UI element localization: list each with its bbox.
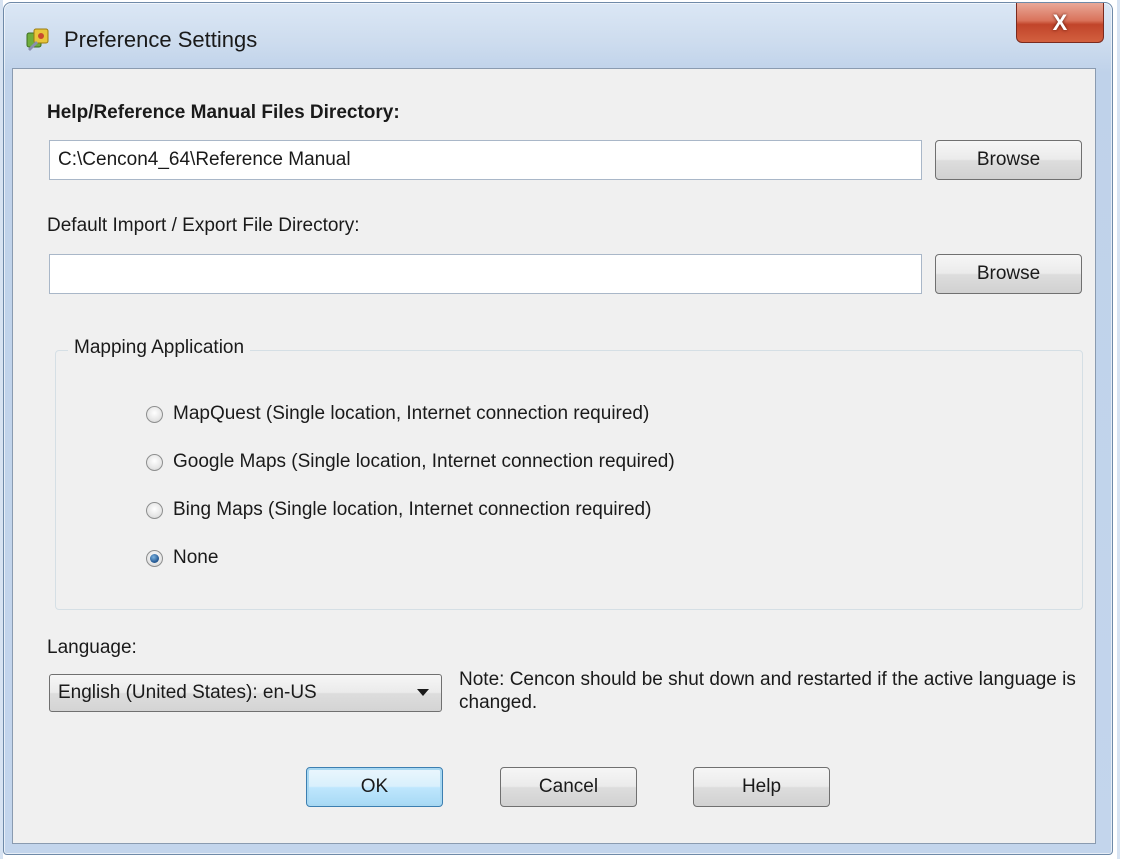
radio-mapquest[interactable]: MapQuest (Single location, Internet conn…: [146, 401, 649, 427]
ok-button[interactable]: OK: [306, 767, 443, 807]
close-button[interactable]: X: [1016, 3, 1104, 43]
help-directory-input[interactable]: C:\Cencon4_64\Reference Manual: [49, 140, 922, 180]
desktop-edge-right: [1117, 0, 1120, 859]
radio-label-mapquest: MapQuest (Single location, Internet conn…: [173, 403, 650, 424]
close-icon: X: [1052, 9, 1068, 35]
cancel-label: Cancel: [538, 776, 599, 797]
preferences-app-icon: [26, 28, 49, 51]
radio-label-google-maps: Google Maps (Single location, Internet c…: [173, 451, 675, 472]
import-export-directory-label: Default Import / Export File Directory:: [47, 215, 360, 236]
radio-google-maps[interactable]: Google Maps (Single location, Internet c…: [146, 449, 675, 475]
help-directory-label: Help/Reference Manual Files Directory:: [47, 102, 400, 123]
help-directory-browse-button[interactable]: Browse: [935, 140, 1082, 180]
radio-button-bing-maps[interactable]: [146, 501, 163, 519]
browse-label: Browse: [976, 263, 1041, 284]
radio-button-google-maps[interactable]: [146, 453, 163, 471]
radio-label-none: None: [173, 547, 219, 568]
window-title: Preference Settings: [64, 27, 258, 52]
cancel-button[interactable]: Cancel: [500, 767, 637, 807]
radio-button-mapquest[interactable]: [146, 405, 163, 423]
radio-label-bing-maps: Bing Maps (Single location, Internet con…: [173, 499, 652, 520]
language-restart-note: Note: Cencon should be shut down and res…: [459, 669, 1076, 713]
radio-none[interactable]: None: [146, 545, 218, 571]
radio-bing-maps[interactable]: Bing Maps (Single location, Internet con…: [146, 497, 651, 523]
title-bar[interactable]: Preference Settings X: [4, 3, 1112, 75]
import-export-directory-input[interactable]: [49, 254, 922, 294]
ok-label: OK: [360, 776, 389, 797]
browse-label: Browse: [976, 149, 1041, 170]
radio-button-none[interactable]: [146, 549, 163, 567]
language-selected-value: English (United States): en-US: [58, 682, 317, 703]
mapping-group-title: Mapping Application: [68, 337, 251, 359]
help-directory-value: C:\Cencon4_64\Reference Manual: [58, 149, 351, 170]
help-button[interactable]: Help: [693, 767, 830, 807]
mapping-application-group: Mapping Application MapQuest (Single loc…: [55, 337, 1083, 610]
import-export-browse-button[interactable]: Browse: [935, 254, 1082, 294]
language-label: Language:: [47, 637, 137, 658]
language-dropdown[interactable]: English (United States): en-US: [49, 674, 442, 712]
help-label: Help: [741, 776, 782, 797]
dialog-client-area: Help/Reference Manual Files Directory: C…: [12, 68, 1096, 844]
chevron-down-icon: [417, 689, 429, 696]
